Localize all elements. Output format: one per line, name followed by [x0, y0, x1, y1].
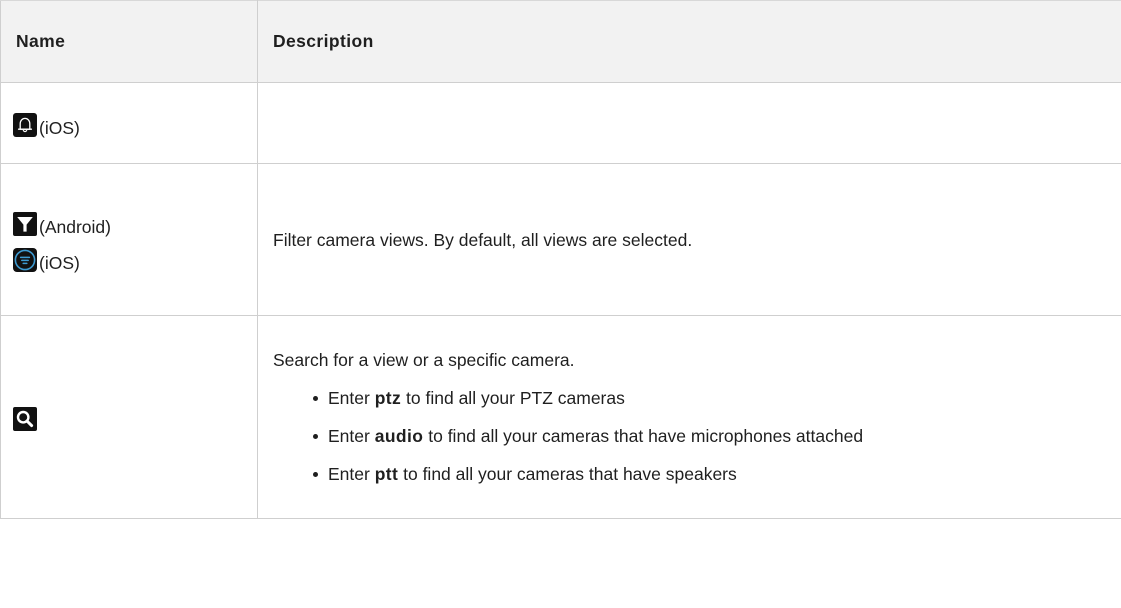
name-cell: (Android) (iOS)	[0, 163, 258, 316]
name-cell: (iOS)	[0, 82, 258, 164]
search-icon[interactable]	[13, 407, 37, 431]
platform-label: (Android)	[39, 216, 111, 237]
table-row: Search for a view or a specific camera. …	[0, 315, 1121, 519]
description-cell: Filter camera views. By default, all vie…	[257, 163, 1121, 316]
filter-lines-icon[interactable]	[13, 247, 37, 272]
list-item-prefix: Enter	[328, 388, 375, 408]
name-item: (Android)	[13, 208, 257, 237]
name-item	[13, 403, 257, 431]
table-row: (iOS)	[0, 82, 1121, 164]
name-cell	[0, 315, 258, 519]
list-item: Enter audio to find all your cameras tha…	[313, 423, 948, 449]
filter-funnel-icon[interactable]	[13, 211, 37, 236]
table-row: (Android) (iOS) Filter camera views. By …	[0, 163, 1121, 316]
column-header-description: Description	[257, 0, 1121, 83]
description-cell	[257, 82, 1121, 164]
bell-icon[interactable]	[13, 113, 37, 137]
list-item-suffix: to find all your cameras that have speak…	[398, 464, 737, 484]
search-tips-list: Enter ptz to find all your PTZ cameras E…	[273, 385, 1121, 487]
list-item-suffix: to find all your PTZ cameras	[401, 388, 625, 408]
list-item: Enter ptt to find all your cameras that …	[313, 461, 948, 487]
search-keyword: ptz	[374, 388, 402, 408]
name-item: (iOS)	[13, 109, 257, 138]
list-item-suffix: to find all your cameras that have micro…	[423, 426, 864, 446]
list-item-prefix: Enter	[328, 426, 375, 446]
description-intro: Search for a view or a specific camera.	[273, 350, 575, 370]
search-keyword: ptt	[374, 464, 399, 484]
list-item: Enter ptz to find all your PTZ cameras	[313, 385, 948, 411]
list-item-prefix: Enter	[328, 464, 375, 484]
description-cell: Search for a view or a specific camera. …	[257, 315, 1121, 519]
search-keyword: audio	[374, 426, 424, 446]
controls-table: Name Description (iOS) (Android) (iOS) F…	[0, 0, 1121, 519]
column-header-name: Name	[0, 0, 258, 83]
platform-label: (iOS)	[39, 252, 80, 273]
name-item: (iOS)	[13, 244, 257, 273]
platform-label: (iOS)	[39, 118, 80, 138]
table-header-row: Name Description	[0, 0, 1121, 83]
